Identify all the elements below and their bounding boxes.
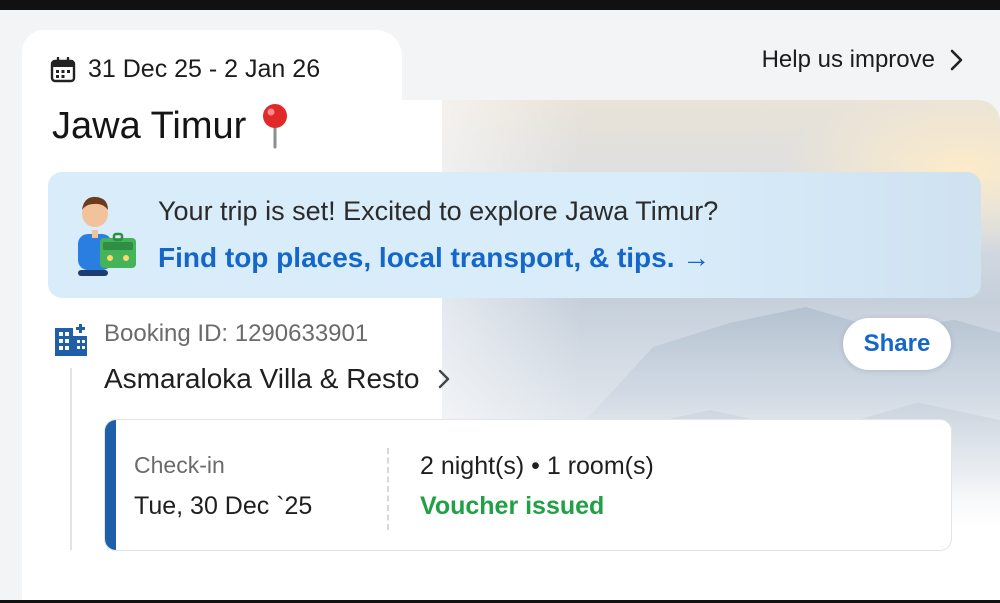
booking-id: Booking ID: 1290633901 bbox=[104, 320, 369, 347]
banner-link[interactable]: Find top places, local transport, & tips… bbox=[158, 242, 710, 274]
trip-tips-banner[interactable]: Your trip is set! Excited to explore Jaw… bbox=[48, 172, 981, 298]
calendar-icon bbox=[50, 56, 76, 82]
banner-fade bbox=[661, 172, 981, 298]
checkin-summary-card[interactable]: Check-in Tue, 30 Dec `25 2 night(s) • 1 … bbox=[104, 419, 952, 551]
banner-message: Your trip is set! Excited to explore Jaw… bbox=[158, 196, 719, 226]
location-pin-icon bbox=[263, 104, 288, 149]
destination-title: Jawa Timur bbox=[52, 104, 247, 147]
traveler-illustration bbox=[78, 196, 136, 276]
hotel-link[interactable]: Asmaraloka Villa & Resto bbox=[104, 363, 451, 395]
checkin-accent-bar bbox=[105, 420, 116, 550]
help-us-improve-label: Help us improve bbox=[761, 46, 935, 73]
checkin-date: Tue, 30 Dec `25 bbox=[134, 492, 313, 520]
building-icon bbox=[55, 324, 87, 356]
chevron-right-icon bbox=[439, 369, 450, 389]
checkin-label: Check-in bbox=[134, 452, 225, 478]
chevron-right-icon bbox=[950, 49, 963, 71]
stay-summary: 2 night(s) • 1 room(s) bbox=[420, 452, 654, 480]
trip-date-range: 31 Dec 25 - 2 Jan 26 bbox=[50, 55, 320, 84]
status-bar-edge bbox=[0, 0, 1000, 10]
hotel-name: Asmaraloka Villa & Resto bbox=[104, 363, 420, 394]
help-us-improve-link[interactable]: Help us improve bbox=[762, 46, 965, 74]
destination-title-row: Jawa Timur bbox=[52, 103, 290, 149]
timeline-line bbox=[70, 368, 72, 550]
checkin-divider bbox=[387, 448, 389, 530]
voucher-status: Voucher issued bbox=[420, 492, 605, 520]
date-range-text: 31 Dec 25 - 2 Jan 26 bbox=[88, 55, 321, 83]
share-button[interactable]: Share bbox=[843, 318, 951, 370]
